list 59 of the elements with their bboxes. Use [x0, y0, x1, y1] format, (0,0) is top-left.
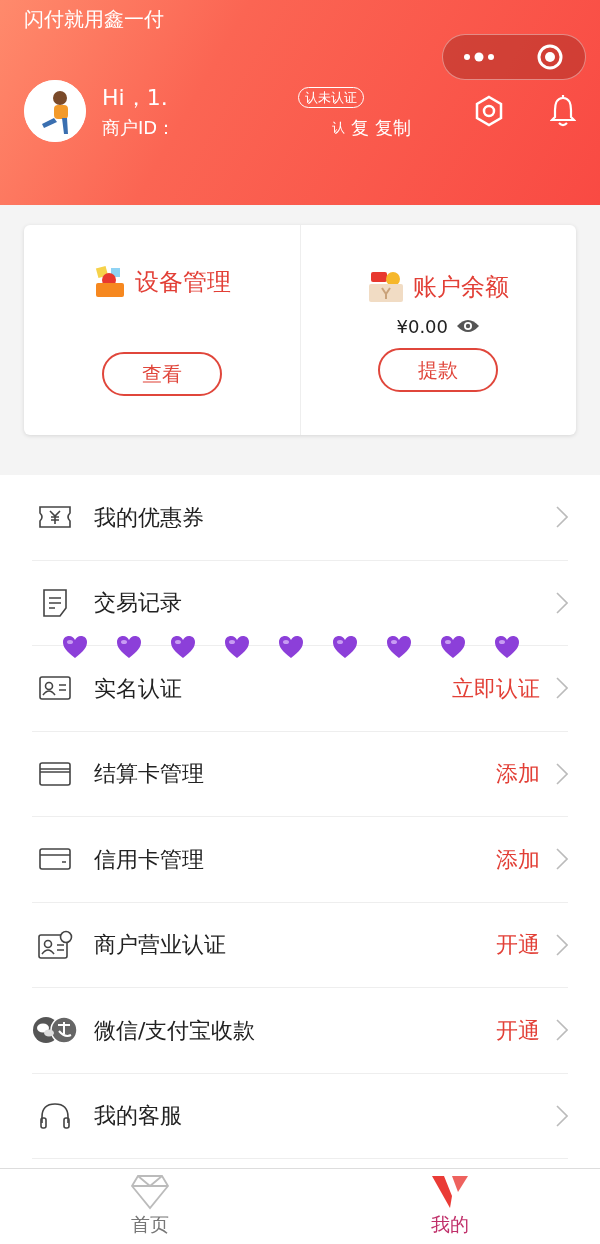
card-icon: [38, 846, 72, 873]
coupon-icon: [38, 505, 72, 530]
more-icon[interactable]: [461, 52, 496, 62]
heart-sticker-icon: [332, 635, 358, 659]
heart-sticker-icon: [386, 635, 412, 659]
chevron-icon[interactable]: [556, 848, 568, 871]
menu-item-label[interactable]: 微信/支付宝收款: [94, 1013, 496, 1047]
balance-amount: ¥0.00: [396, 314, 448, 339]
chevron-icon[interactable]: [556, 506, 568, 529]
menu-action-link[interactable]: 立即认证: [452, 671, 540, 705]
menu-action-link[interactable]: 开通: [496, 1013, 540, 1047]
heart-sticker-icon: [224, 635, 250, 659]
eye-icon[interactable]: [456, 318, 480, 334]
heart-sticker-icon: [494, 635, 520, 659]
diamond-icon: [130, 1174, 170, 1211]
app-slogan: 闪付就用鑫一付: [24, 6, 165, 33]
view-button[interactable]: 查看: [101, 352, 222, 396]
document-icon: [41, 587, 69, 618]
headset-icon: [38, 1100, 72, 1131]
card-title: 账户余额: [413, 271, 510, 303]
heart-sticker-icon: [116, 635, 142, 659]
chevron-icon[interactable]: [556, 677, 568, 700]
menu-item-label[interactable]: 我的客服: [94, 1099, 556, 1133]
menu-action-link[interactable]: 开通: [496, 928, 540, 962]
heart-sticker-icon: [278, 635, 304, 659]
heart-sticker-icon: [62, 635, 88, 659]
menu-item-label[interactable]: 我的优惠券: [94, 500, 556, 534]
chevron-icon[interactable]: [556, 933, 568, 956]
withdraw-button[interactable]: 提款: [378, 347, 499, 392]
close-icon[interactable]: [535, 43, 564, 71]
copy-link[interactable]: 复制: [375, 114, 411, 141]
chevron-icon[interactable]: [556, 1019, 568, 1042]
menu-item-label[interactable]: 交易记录: [94, 586, 556, 620]
notification-icon[interactable]: [550, 95, 576, 127]
license-icon: [37, 929, 73, 960]
menu-action-link[interactable]: 添加: [496, 757, 540, 791]
wallet-icon: [367, 269, 406, 304]
menu-item-label[interactable]: 结算卡管理: [94, 757, 496, 791]
menu-item-label[interactable]: 信用卡管理: [94, 842, 496, 876]
menu-item-label[interactable]: 商户营业认证: [94, 928, 496, 962]
card-icon: [38, 760, 72, 787]
greeting: Hi，1.: [102, 84, 169, 112]
chevron-icon[interactable]: [556, 762, 568, 785]
menu-action-link[interactable]: 添加: [496, 842, 540, 876]
text-fragment: 认: [332, 118, 345, 137]
tab[interactable]: 我的: [300, 1169, 600, 1244]
menu-item-label[interactable]: 实名认证: [94, 671, 452, 705]
avatar[interactable]: [24, 80, 86, 142]
heart-sticker-icon: [440, 635, 466, 659]
id-card-icon: [38, 675, 72, 702]
chevron-icon[interactable]: [556, 591, 568, 614]
merchant-id-label: 商户ID：: [102, 116, 177, 140]
payment-icon: [32, 1016, 78, 1045]
heart-sticker-icon: [170, 635, 196, 659]
card-title: 设备管理: [134, 267, 231, 298]
settings-icon[interactable]: [474, 95, 504, 127]
chevron-icon[interactable]: [556, 1104, 568, 1127]
tab[interactable]: 首页: [0, 1169, 300, 1244]
text-fragment: 复: [351, 116, 369, 140]
